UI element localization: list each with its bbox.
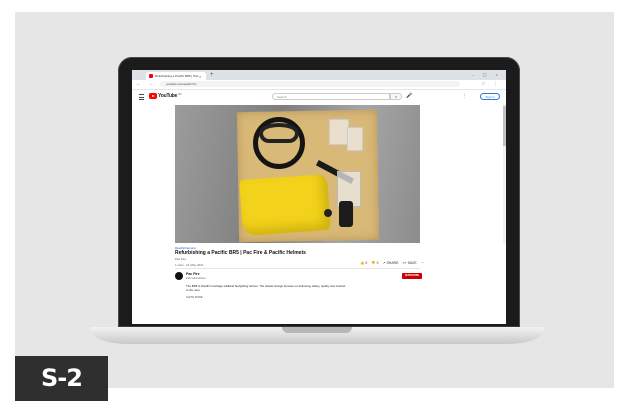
- share-button[interactable]: ↗ SHARE: [383, 261, 399, 265]
- scrollbar-thumb[interactable]: [503, 106, 506, 146]
- sign-in-button[interactable]: Sign in: [480, 93, 500, 100]
- tab-title: Refurbishing a Pacific BR5 | Pac...: [155, 74, 199, 78]
- tab-close-icon[interactable]: ×: [199, 74, 201, 79]
- youtube-logo-text: YouTube: [158, 93, 178, 99]
- browser-address-bar: ← → ⟳ youtube.com/watch?v= ☆ ⋮: [132, 80, 506, 90]
- video-description: The BR5 is Pacific's heritage wildland f…: [186, 284, 346, 292]
- youtube-region-code: NZ: [178, 93, 182, 96]
- video-harness-band: [259, 123, 299, 143]
- hamburger-menu-icon[interactable]: [139, 94, 144, 100]
- more-actions-icon[interactable]: ⋯: [421, 261, 425, 265]
- show-more-button[interactable]: SHOW MORE: [186, 296, 203, 299]
- save-button[interactable]: ≡+ SAVE: [403, 261, 417, 265]
- video-parts-packet: [347, 127, 363, 151]
- slide-label-badge: S-2: [15, 356, 108, 401]
- youtube-logo[interactable]: YouTube NZ: [149, 93, 182, 99]
- video-actions: 👍 0 👎 0 ↗ SHARE ≡+ SAVE ⋯: [360, 261, 424, 265]
- youtube-play-icon: [149, 93, 157, 99]
- video-view-count: 1 view · 21 May 2021: [175, 263, 204, 267]
- address-bar-icons[interactable]: ☆ ⋮: [481, 81, 501, 87]
- new-tab-button[interactable]: +: [210, 72, 214, 78]
- browser-tab[interactable]: Refurbishing a Pacific BR5 | Pac... ×: [146, 72, 206, 80]
- youtube-favicon-icon: [149, 74, 153, 78]
- video-black-parts: [324, 209, 332, 217]
- dislike-button[interactable]: 👎 0: [371, 261, 378, 265]
- microphone-icon[interactable]: 🎤: [406, 93, 412, 99]
- laptop-notch: [282, 327, 352, 333]
- youtube-header: YouTube NZ Search ⌕ 🎤 ⋮ Sign in: [132, 90, 506, 104]
- video-parts-packet: [329, 119, 349, 145]
- video-title: Refurbishing a Pacific BR5 | Pac Fire & …: [175, 250, 306, 256]
- video-black-parts: [339, 201, 353, 227]
- subscriber-count: 135 subscribers: [186, 276, 206, 280]
- search-button[interactable]: ⌕: [390, 93, 402, 100]
- search-input[interactable]: Search: [272, 93, 390, 100]
- like-button[interactable]: 👍 0: [360, 261, 367, 265]
- video-channel-tag: Pac Fire: [175, 257, 187, 261]
- window-controls[interactable]: – ▢ ×: [471, 72, 502, 77]
- settings-menu-icon[interactable]: ⋮: [462, 93, 470, 99]
- channel-avatar[interactable]: [175, 272, 183, 280]
- video-yellow-bag: [239, 173, 331, 237]
- video-player[interactable]: [175, 105, 420, 243]
- url-field[interactable]: youtube.com/watch?v=: [160, 81, 460, 87]
- browser-tab-bar: Refurbishing a Pacific BR5 | Pac... × + …: [132, 70, 506, 80]
- laptop-screen: Refurbishing a Pacific BR5 | Pac... × + …: [132, 70, 506, 324]
- divider: [175, 268, 420, 269]
- subscribe-button[interactable]: SUBSCRIBE: [402, 273, 422, 279]
